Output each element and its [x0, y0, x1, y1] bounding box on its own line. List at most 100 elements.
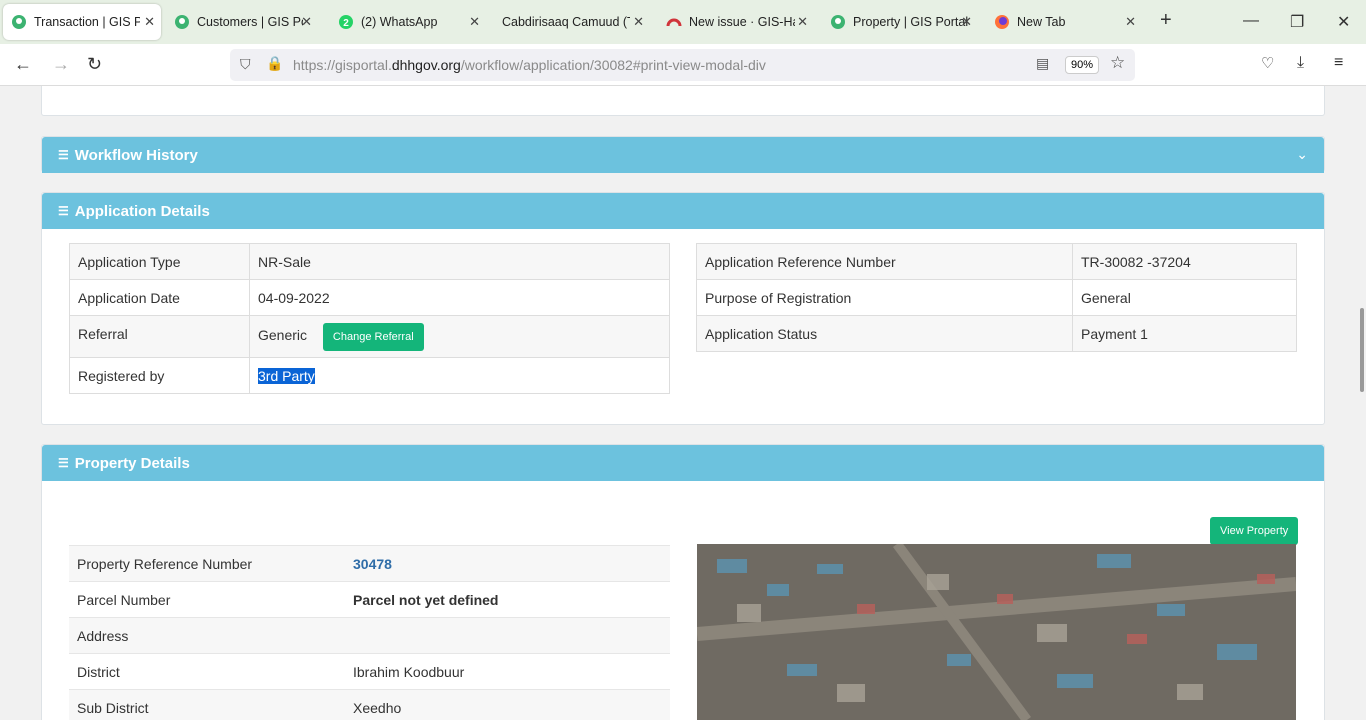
- property-details-header: ☰ Property Details: [42, 445, 1324, 481]
- gis-portal-favicon-icon: [830, 14, 846, 30]
- shield-icon[interactable]: ⛉: [240, 56, 251, 73]
- label-cell: Application Status: [696, 315, 1073, 352]
- back-arrow-icon[interactable]: ←: [14, 54, 32, 75]
- browser-nav-bar: ← → ↻ ⛉ 🔒 https://gisportal.dhhgov.org/w…: [0, 44, 1366, 86]
- close-tab-icon[interactable]: ✕: [301, 14, 312, 30]
- close-window-icon[interactable]: ✕: [1337, 12, 1350, 32]
- value-cell: NR-Sale: [249, 243, 670, 280]
- label-cell: Application Type: [69, 243, 250, 280]
- value-cell: Payment 1: [1072, 315, 1297, 352]
- label-cell: Parcel Number: [69, 581, 345, 618]
- tab-title: Transaction | GIS Portal: [34, 15, 140, 29]
- tab-customers[interactable]: Customers | GIS Portal ✕: [166, 4, 318, 40]
- zoom-level[interactable]: 90%: [1065, 56, 1100, 74]
- browser-tab-bar: Transaction | GIS Portal ✕ Customers | G…: [0, 0, 1366, 44]
- change-referral-button[interactable]: Change Referral: [322, 322, 424, 351]
- tab-cabdirisaaq[interactable]: Cabdirisaaq Camuud (To ✕: [494, 4, 650, 40]
- view-property-button[interactable]: View Property: [1210, 517, 1299, 545]
- table-row: Referral Generic Change Referral: [69, 315, 670, 358]
- gis-portal-favicon-icon: [11, 14, 27, 30]
- bookmark-star-icon[interactable]: ☆: [1110, 53, 1125, 73]
- close-tab-icon[interactable]: ✕: [469, 14, 480, 30]
- firefox-icon: [994, 14, 1010, 30]
- gis-portal-favicon-icon: [174, 14, 190, 30]
- workflow-history-header[interactable]: ☰ Workflow History: [42, 137, 1324, 173]
- value-cell: 30478: [345, 545, 670, 582]
- label-cell: Address: [69, 617, 345, 654]
- chevron-down-icon[interactable]: ⌄: [1296, 146, 1308, 163]
- whatsapp-badge: 2: [343, 18, 349, 29]
- property-satellite-map[interactable]: [697, 544, 1296, 720]
- section-title: Workflow History: [74, 146, 198, 164]
- download-icon[interactable]: ⤓: [1297, 54, 1304, 72]
- referral-value: Generic: [258, 326, 308, 343]
- table-row: Address: [69, 617, 670, 654]
- value-cell: General: [1072, 279, 1297, 316]
- lock-icon[interactable]: 🔒: [266, 55, 283, 72]
- previous-card-remnant: [41, 86, 1325, 116]
- label-cell: Application Date: [69, 279, 250, 316]
- table-row: Sub District Xeedho: [69, 689, 670, 720]
- workflow-history-panel: ☰ Workflow History ⌄: [41, 136, 1325, 173]
- value-cell: [345, 617, 670, 654]
- value-cell: TR-30082 -37204: [1072, 243, 1297, 280]
- list-icon: ☰: [58, 148, 69, 162]
- section-title: Property Details: [74, 454, 190, 472]
- label-cell: Property Reference Number: [69, 545, 345, 582]
- tab-title: New Tab: [1017, 15, 1066, 29]
- property-table: Property Reference Number 30478 Parcel N…: [69, 545, 670, 720]
- pocket-icon[interactable]: ♡: [1261, 54, 1274, 72]
- tab-title: (2) WhatsApp: [361, 15, 438, 29]
- tab-title: New issue · GIS-Har: [689, 15, 795, 29]
- tab-new-tab[interactable]: New Tab ✕: [986, 4, 1142, 40]
- tab-whatsapp[interactable]: 2 (2) WhatsApp ✕: [330, 4, 486, 40]
- new-tab-plus-icon[interactable]: +: [1160, 9, 1172, 32]
- list-icon: ☰: [58, 204, 69, 218]
- value-cell: 3rd Party: [249, 357, 670, 394]
- reader-view-icon[interactable]: ▤: [1036, 55, 1049, 72]
- table-row: Application Type NR-Sale: [69, 243, 670, 280]
- url-text[interactable]: https://gisportal.dhhgov.org/workflow/ap…: [293, 57, 766, 73]
- table-row: Application Date 04-09-2022: [69, 279, 670, 316]
- restore-icon[interactable]: ❐: [1290, 12, 1304, 32]
- close-tab-icon[interactable]: ✕: [633, 14, 644, 30]
- label-cell: Purpose of Registration: [696, 279, 1073, 316]
- value-cell: Ibrahim Koodbuur: [345, 653, 670, 690]
- value-cell: 04-09-2022: [249, 279, 670, 316]
- section-title: Application Details: [74, 202, 210, 220]
- tab-transaction[interactable]: Transaction | GIS Portal ✕: [3, 4, 161, 40]
- label-cell: District: [69, 653, 345, 690]
- tab-property[interactable]: Property | GIS Portal ✕: [822, 4, 978, 40]
- table-row: Application Status Payment 1: [696, 315, 1297, 352]
- table-row: Purpose of Registration General: [696, 279, 1297, 316]
- label-cell: Referral: [69, 315, 250, 358]
- reload-icon[interactable]: ↻: [87, 54, 102, 75]
- close-tab-icon[interactable]: ✕: [144, 14, 155, 30]
- application-left-table: Application Type NR-Sale Application Dat…: [69, 243, 670, 394]
- label-cell: Sub District: [69, 689, 345, 720]
- table-row: Registered by 3rd Party: [69, 357, 670, 394]
- close-tab-icon[interactable]: ✕: [961, 14, 972, 30]
- tab-title: Customers | GIS Portal: [197, 15, 303, 29]
- application-details-panel: ☰ Application Details Application Type N…: [41, 192, 1325, 425]
- tab-new-issue[interactable]: New issue · GIS-Har ✕: [658, 4, 814, 40]
- forward-arrow-icon[interactable]: →: [52, 54, 70, 75]
- property-reference-link[interactable]: 30478: [353, 556, 392, 572]
- value-cell: Generic Change Referral: [249, 315, 670, 358]
- table-row: Parcel Number Parcel not yet defined: [69, 581, 670, 618]
- tab-title: Cabdirisaaq Camuud (To: [502, 15, 630, 29]
- close-tab-icon[interactable]: ✕: [797, 14, 808, 30]
- table-row: Property Reference Number 30478: [69, 545, 670, 582]
- registered-by-value: 3rd Party: [258, 367, 315, 384]
- whatsapp-icon: 2: [338, 14, 354, 30]
- application-details-header: ☰ Application Details: [42, 193, 1324, 229]
- label-cell: Application Reference Number: [696, 243, 1073, 280]
- value-cell: Xeedho: [345, 689, 670, 720]
- close-tab-icon[interactable]: ✕: [1125, 14, 1136, 30]
- minimize-icon[interactable]: —: [1243, 12, 1259, 30]
- scrollbar[interactable]: [1360, 308, 1364, 392]
- menu-icon[interactable]: ≡: [1334, 54, 1343, 72]
- address-bar[interactable]: ⛉ 🔒 https://gisportal.dhhgov.org/workflo…: [230, 49, 1135, 81]
- application-right-table: Application Reference Number TR-30082 -3…: [696, 243, 1297, 352]
- tab-title: Property | GIS Portal: [853, 15, 969, 29]
